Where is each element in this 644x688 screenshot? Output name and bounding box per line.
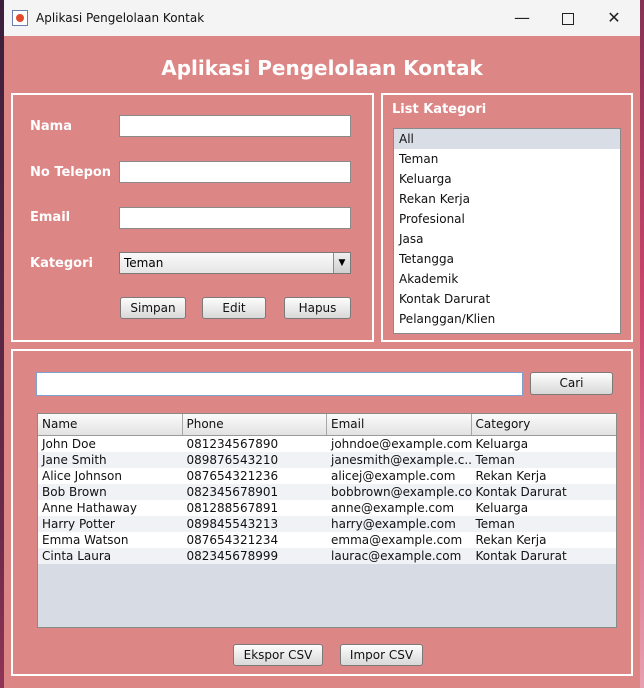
- cari-button[interactable]: Cari: [530, 372, 613, 395]
- cell-name: Cinta Laura: [42, 549, 112, 563]
- cell-phone: 082345678901: [186, 485, 279, 499]
- cell-phone: 087654321236: [186, 469, 279, 483]
- app-window: Aplikasi Pengelolaan Kontak — ✕ Aplikasi…: [4, 0, 640, 688]
- contact-table-panel: Cari Name Phone Email Category John Doe …: [11, 349, 633, 676]
- nama-label: Nama: [30, 119, 72, 134]
- cell-name: Jane Smith: [42, 453, 107, 467]
- column-header-email[interactable]: Email: [327, 414, 472, 435]
- email-input[interactable]: [119, 207, 351, 229]
- table-row[interactable]: Alice Johnson 087654321236 alicej@exampl…: [38, 468, 616, 484]
- cell-phone: 089845543213: [186, 517, 279, 531]
- cell-email: alicej@example.com: [331, 469, 456, 483]
- table-row[interactable]: Anne Hathaway 081288567891 anne@example.…: [38, 500, 616, 516]
- category-item[interactable]: Tetangga: [394, 249, 620, 269]
- table-row[interactable]: Jane Smith 089876543210 janesmith@exampl…: [38, 452, 616, 468]
- table-row[interactable]: Cinta Laura 082345678999 laurac@example.…: [38, 548, 616, 564]
- category-item[interactable]: Keluarga: [394, 169, 620, 189]
- cell-email: anne@example.com: [331, 501, 455, 515]
- cell-phone: 082345678999: [186, 549, 279, 563]
- telepon-input[interactable]: [119, 161, 351, 183]
- cell-name: John Doe: [42, 437, 96, 451]
- contact-table[interactable]: Name Phone Email Category John Doe 08123…: [37, 413, 617, 628]
- cell-category: Kontak Darurat: [475, 485, 567, 499]
- column-header-category[interactable]: Category: [472, 414, 617, 435]
- cell-category: Keluarga: [475, 501, 529, 515]
- simpan-button[interactable]: Simpan: [120, 297, 186, 319]
- category-list-title: List Kategori: [392, 102, 487, 117]
- window-title: Aplikasi Pengelolaan Kontak: [36, 11, 205, 25]
- contact-form-panel: Nama No Telepon Email Kategori Teman ▼ S…: [11, 93, 374, 342]
- cell-email: bobbrown@example.co: [331, 485, 472, 499]
- cell-email: janesmith@example.c...: [331, 453, 472, 467]
- category-item[interactable]: All: [394, 129, 620, 149]
- cell-name: Bob Brown: [42, 485, 107, 499]
- edit-button[interactable]: Edit: [202, 297, 266, 319]
- category-item[interactable]: Akademik: [394, 269, 620, 289]
- nama-input[interactable]: [119, 115, 351, 137]
- cell-phone: 089876543210: [186, 453, 279, 467]
- minimize-icon[interactable]: —: [499, 0, 545, 36]
- title-bar: Aplikasi Pengelolaan Kontak — ✕: [4, 0, 640, 36]
- cell-name: Harry Potter: [42, 517, 115, 531]
- cell-name: Alice Johnson: [42, 469, 122, 483]
- table-header: Name Phone Email Category: [38, 414, 616, 436]
- cell-category: Rekan Kerja: [475, 533, 547, 547]
- cell-category: Teman: [475, 517, 515, 531]
- category-item[interactable]: Rekan Kerja: [394, 189, 620, 209]
- cell-name: Anne Hathaway: [42, 501, 137, 515]
- java-app-icon: [12, 10, 28, 26]
- telepon-label: No Telepon: [30, 165, 112, 180]
- maximize-icon[interactable]: [545, 0, 591, 36]
- table-body: John Doe 081234567890 johndoe@example.co…: [38, 436, 616, 564]
- cell-email: harry@example.com: [331, 517, 456, 531]
- cell-phone: 081234567890: [186, 437, 279, 451]
- email-label: Email: [30, 210, 71, 225]
- cell-name: Emma Watson: [42, 533, 129, 547]
- category-list[interactable]: All Teman Keluarga Rekan Kerja Profesion…: [393, 128, 621, 334]
- column-header-name[interactable]: Name: [38, 414, 183, 435]
- cell-category: Teman: [475, 453, 515, 467]
- cell-phone: 081288567891: [186, 501, 279, 515]
- page-title: Aplikasi Pengelolaan Kontak: [161, 56, 483, 80]
- table-row[interactable]: Bob Brown 082345678901 bobbrown@example.…: [38, 484, 616, 500]
- category-item[interactable]: Teman: [394, 149, 620, 169]
- category-item[interactable]: Jasa: [394, 229, 620, 249]
- search-input[interactable]: [36, 372, 523, 396]
- cell-category: Keluarga: [475, 437, 529, 451]
- close-icon[interactable]: ✕: [591, 0, 637, 36]
- hapus-button[interactable]: Hapus: [284, 297, 351, 319]
- column-header-phone[interactable]: Phone: [183, 414, 327, 435]
- category-item[interactable]: Profesional: [394, 209, 620, 229]
- dropdown-arrow-icon[interactable]: ▼: [333, 253, 350, 273]
- category-item[interactable]: Kontak Darurat: [394, 289, 620, 309]
- cell-phone: 087654321234: [186, 533, 279, 547]
- table-row[interactable]: Harry Potter 089845543213 harry@example.…: [38, 516, 616, 532]
- cell-email: laurac@example.com: [331, 549, 462, 563]
- table-row[interactable]: John Doe 081234567890 johndoe@example.co…: [38, 436, 616, 452]
- cell-email: johndoe@example.com: [331, 437, 472, 451]
- cell-category: Rekan Kerja: [475, 469, 547, 483]
- kategori-label: Kategori: [30, 256, 93, 271]
- impor-csv-button[interactable]: Impor CSV: [340, 644, 423, 666]
- table-row[interactable]: Emma Watson 087654321234 emma@example.co…: [38, 532, 616, 548]
- kategori-select[interactable]: Teman ▼: [119, 252, 351, 274]
- ekspor-csv-button[interactable]: Ekspor CSV: [233, 644, 323, 666]
- kategori-selected-value: Teman: [124, 256, 164, 270]
- category-item[interactable]: Pelanggan/Klien: [394, 309, 620, 329]
- cell-email: emma@example.com: [331, 533, 463, 547]
- category-panel: List Kategori All Teman Keluarga Rekan K…: [381, 93, 633, 342]
- cell-category: Kontak Darurat: [475, 549, 567, 563]
